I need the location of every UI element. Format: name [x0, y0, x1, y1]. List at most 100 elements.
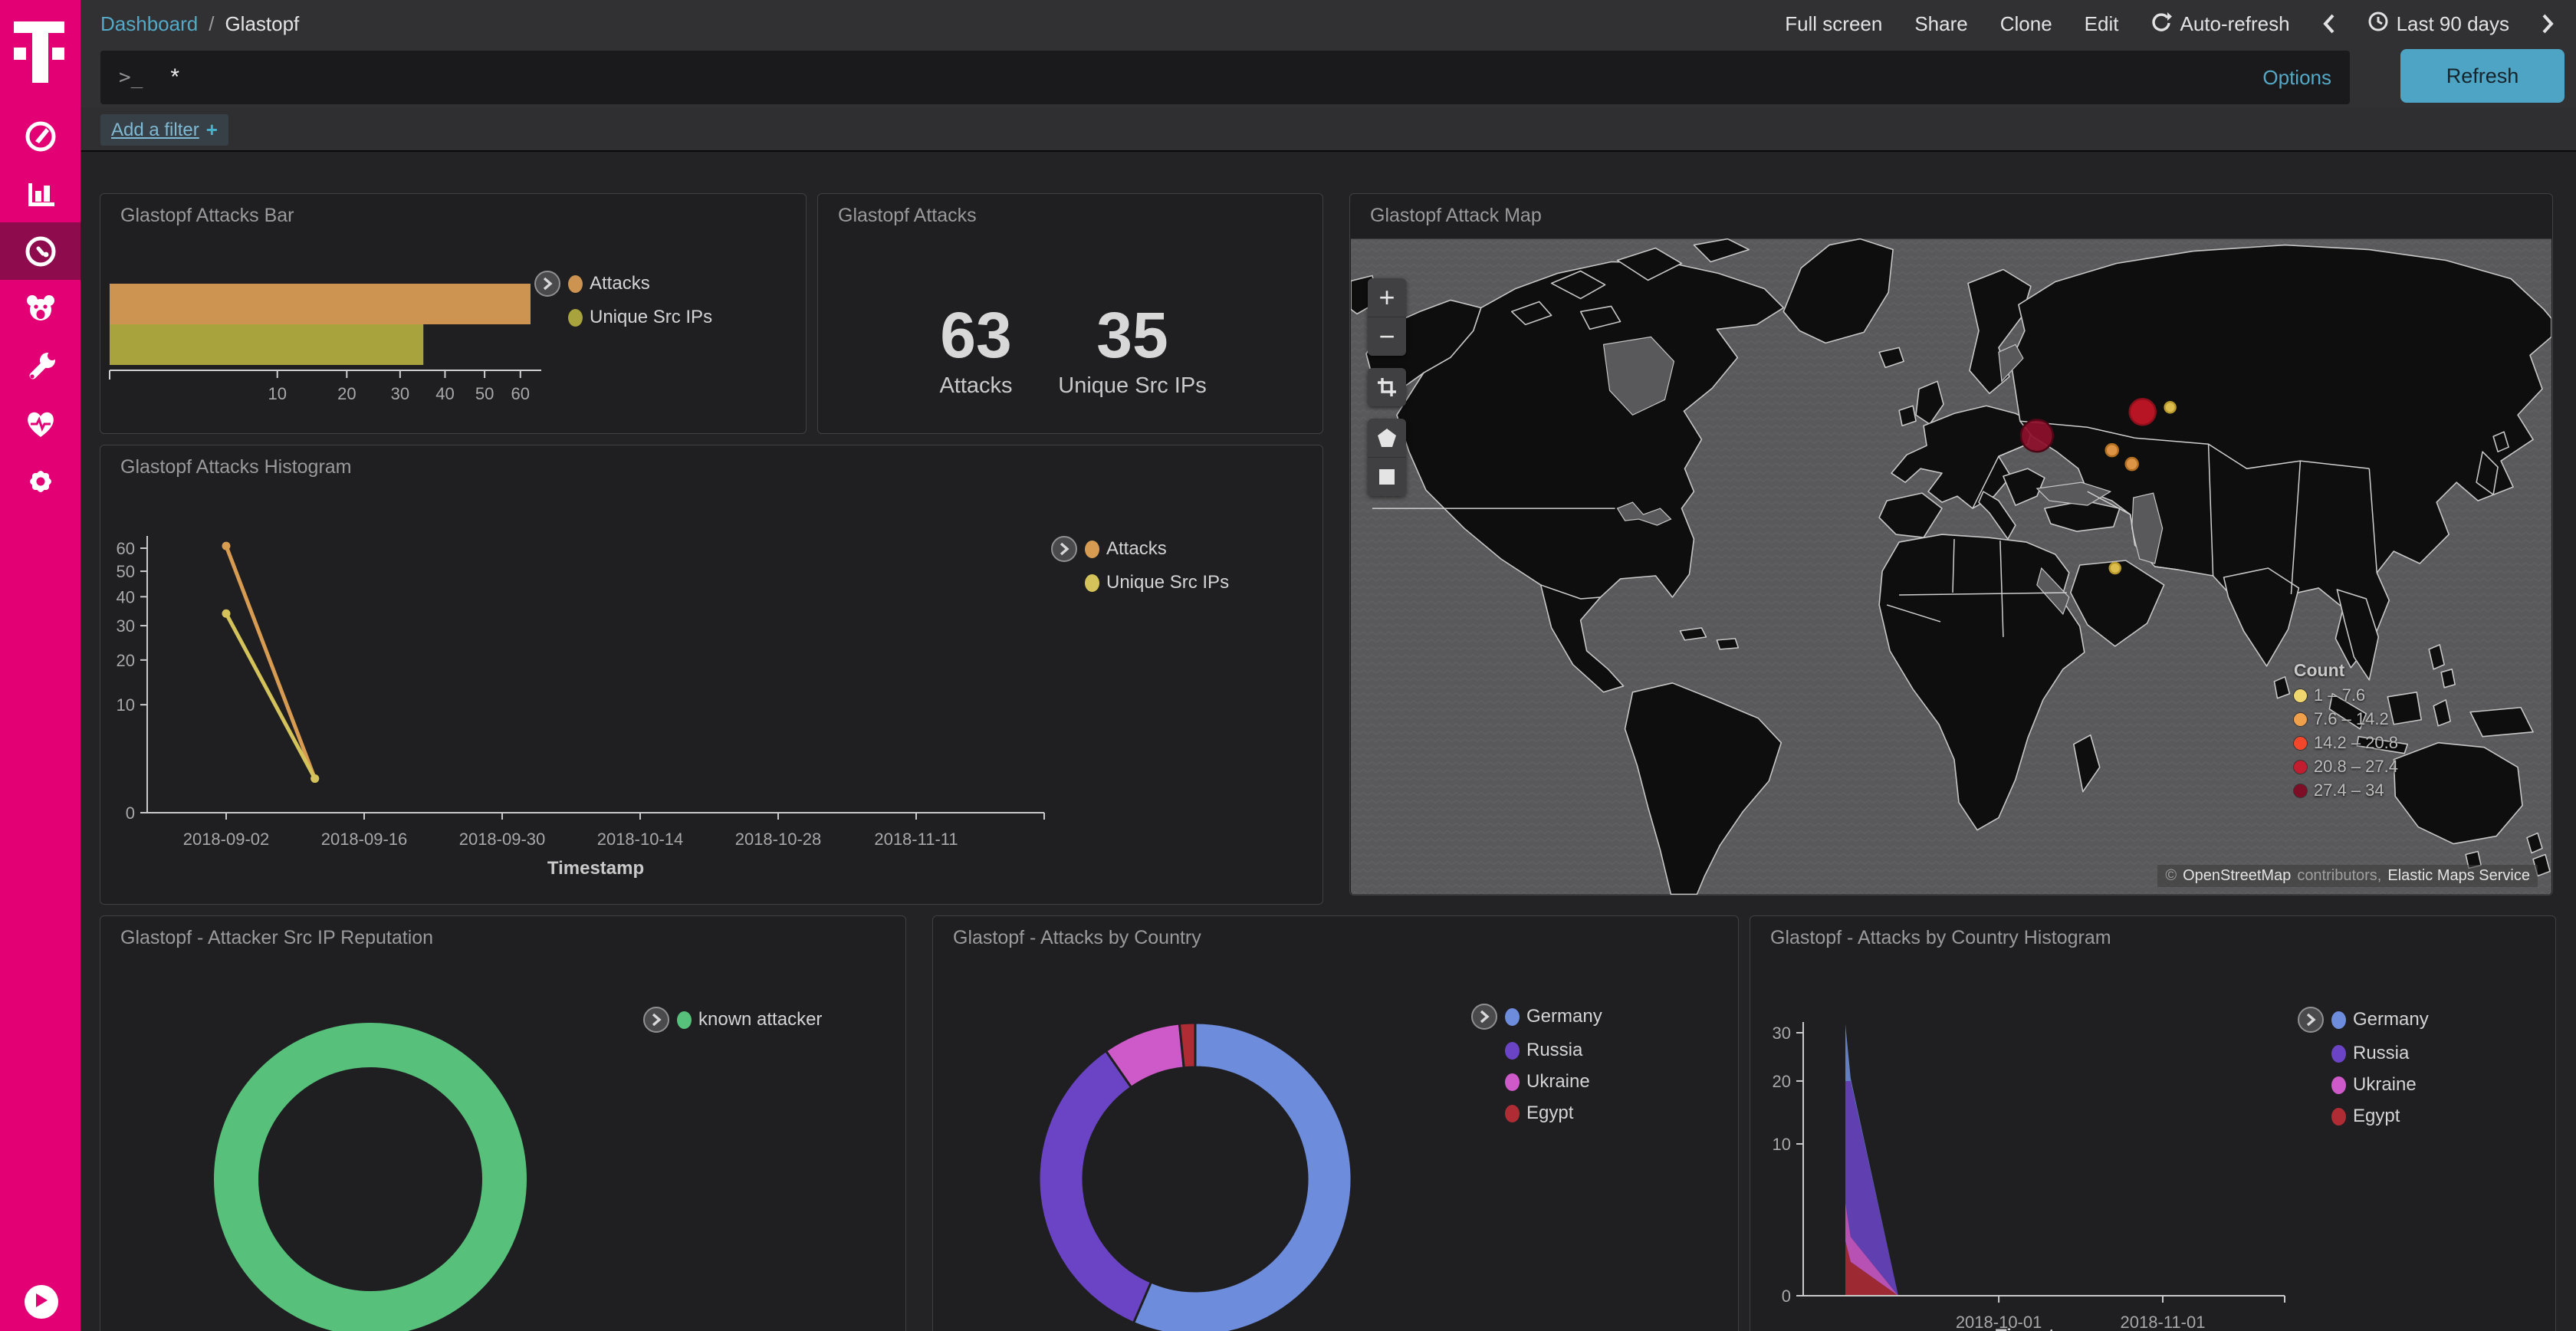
panel-title: Glastopf Attack Map	[1370, 205, 1542, 227]
breadcrumb-dashboard-link[interactable]: Dashboard	[100, 12, 198, 36]
breadcrumb-separator: /	[209, 12, 214, 36]
search-input[interactable]: >_ * Options	[100, 51, 2350, 104]
gear-icon	[22, 463, 59, 500]
sidebar-item-discover[interactable]	[0, 107, 80, 165]
zoom-out-button[interactable]: −	[1368, 317, 1406, 356]
breadcrumb-current: Glastopf	[225, 12, 299, 36]
legend-item[interactable]: Ukraine	[2298, 1074, 2429, 1096]
legend-item[interactable]: Unique Src IPs	[534, 307, 712, 328]
legend-expand-icon[interactable]	[643, 1007, 669, 1033]
query-text: *	[170, 64, 179, 90]
elastic-maps-link[interactable]: Elastic Maps Service	[2387, 867, 2530, 885]
svg-text:2018-09-16: 2018-09-16	[321, 830, 408, 849]
svg-text:10: 10	[268, 384, 286, 403]
attacks-by-country-donut[interactable]	[933, 916, 1738, 1331]
telekom-logo[interactable]	[0, 0, 80, 96]
sidebar-item-dev-tools[interactable]	[0, 337, 80, 395]
legend-item[interactable]: Unique Src IPs	[1051, 572, 1229, 593]
options-link[interactable]: Options	[2262, 66, 2331, 90]
ip-reputation-donut[interactable]	[100, 916, 905, 1331]
svg-text:2018-09-30: 2018-09-30	[459, 830, 546, 849]
draw-polygon-button[interactable]	[1368, 419, 1406, 458]
legend-expand-icon[interactable]	[2298, 1007, 2324, 1033]
world-map[interactable]: + − Count	[1351, 238, 2551, 895]
sidebar-item-visualize[interactable]	[0, 165, 80, 222]
edit-button[interactable]: Edit	[2085, 12, 2119, 36]
panel-by-country-histogram: Glastopf - Attacks by Country Histogram …	[1750, 915, 2556, 1331]
sidebar-item-management[interactable]	[0, 452, 80, 510]
time-range-picker[interactable]: Last 90 days	[2367, 11, 2509, 38]
console-icon: >_	[119, 66, 143, 89]
sidebar-item-dashboard[interactable]	[0, 222, 80, 280]
clock-icon	[2367, 11, 2389, 38]
draw-rectangle-button[interactable]	[1368, 458, 1406, 496]
map-controls: + −	[1368, 278, 1406, 508]
svg-text:20: 20	[337, 384, 356, 403]
svg-text:60: 60	[117, 539, 135, 558]
bar-chart-icon	[22, 176, 59, 212]
svg-text:0: 0	[1782, 1287, 1791, 1306]
svg-text:10: 10	[117, 695, 135, 715]
query-bar: >_ * Options Refresh	[80, 48, 2576, 107]
svg-text:40: 40	[117, 587, 135, 606]
legend-item[interactable]: Egypt	[1471, 1103, 1602, 1124]
ip-reputation-legend[interactable]: known attacker	[643, 1007, 822, 1043]
auto-refresh-button[interactable]: Auto-refresh	[2150, 11, 2289, 38]
svg-text:50: 50	[475, 384, 494, 403]
svg-text:2018-11-01: 2018-11-01	[2121, 1313, 2206, 1331]
kibana-dashboard: Dashboard / Glastopf Full screen Share C…	[0, 0, 2576, 1331]
legend-item[interactable]: Russia	[2298, 1043, 2429, 1064]
panel-attacks-histogram: Glastopf Attacks Histogram 0102030405060…	[100, 445, 1323, 905]
legend-item[interactable]: Russia	[1471, 1040, 1602, 1061]
sidebar-item-monitoring[interactable]	[0, 395, 80, 452]
legend-item[interactable]: known attacker	[643, 1007, 822, 1033]
zoom-in-button[interactable]: +	[1368, 278, 1406, 317]
map-legend-item: 20.8 – 27.4	[2294, 757, 2398, 777]
legend-expand-icon[interactable]	[534, 271, 560, 297]
time-back-button[interactable]	[2322, 13, 2335, 35]
panel-ip-reputation: Glastopf - Attacker Src IP Reputation kn…	[100, 915, 906, 1331]
share-button[interactable]: Share	[1914, 12, 1967, 36]
compass-icon	[22, 118, 59, 155]
svg-text:30: 30	[117, 616, 135, 636]
svg-text:30: 30	[1773, 1024, 1791, 1043]
legend-item[interactable]: Germany	[2298, 1007, 2429, 1033]
attacks-by-country-legend[interactable]: Germany Russia Ukraine Egypt	[1471, 1004, 1602, 1134]
legend-item[interactable]: Ukraine	[1471, 1071, 1602, 1093]
svg-text:20: 20	[1773, 1072, 1791, 1091]
legend-expand-icon[interactable]	[1051, 536, 1077, 562]
by-country-histogram-legend[interactable]: Germany Russia Ukraine Egypt	[2298, 1007, 2429, 1137]
svg-text:60: 60	[511, 384, 530, 403]
refresh-button[interactable]: Refresh	[2400, 49, 2564, 103]
time-forward-button[interactable]	[2542, 13, 2555, 35]
map-legend-item: 14.2 – 20.8	[2294, 733, 2398, 753]
legend-item[interactable]: Attacks	[1051, 536, 1229, 562]
top-header: Dashboard / Glastopf Full screen Share C…	[80, 0, 2576, 107]
plus-icon: +	[206, 118, 218, 142]
map-legend-item: 27.4 – 34	[2294, 781, 2398, 800]
attacks-histogram-legend[interactable]: Attacks Unique Src IPs	[1051, 536, 1229, 603]
legend-item[interactable]: Attacks	[534, 271, 712, 297]
map-legend-item: 1 – 7.6	[2294, 685, 2398, 705]
svg-text:0: 0	[126, 804, 135, 823]
panel-attacks-bar: Glastopf Attacks Bar 102030405060 Attack…	[100, 193, 807, 434]
sidebar-item-timelion[interactable]	[0, 280, 80, 337]
panel-title: Glastopf Attacks	[838, 205, 977, 227]
attacks-bar-legend[interactable]: Attacks Unique Src IPs	[534, 271, 712, 338]
svg-text:40: 40	[435, 384, 454, 403]
legend-item[interactable]: Egypt	[2298, 1106, 2429, 1127]
sidebar-collapse-toggle[interactable]	[25, 1285, 58, 1319]
map-attribution: © OpenStreetMap contributors, Elastic Ma…	[2157, 865, 2538, 887]
attacks-line-chart[interactable]: 01020304050602018-09-022018-09-162018-09…	[100, 445, 1322, 904]
svg-text:20: 20	[117, 651, 135, 670]
by-country-area-chart[interactable]: 01020302018-10-012018-11-01Timestamp	[1750, 916, 2555, 1331]
openstreetmap-link[interactable]: OpenStreetMap	[2183, 867, 2291, 885]
svg-text:2018-09-02: 2018-09-02	[183, 830, 270, 849]
clone-button[interactable]: Clone	[2000, 12, 2052, 36]
legend-expand-icon[interactable]	[1471, 1004, 1497, 1030]
add-filter-button[interactable]: Add a filter +	[100, 114, 228, 146]
metric-attacks: 63 Attacks	[892, 303, 1060, 399]
full-screen-button[interactable]: Full screen	[1785, 12, 1882, 36]
fit-bounds-button[interactable]	[1368, 368, 1406, 406]
legend-item[interactable]: Germany	[1471, 1004, 1602, 1030]
